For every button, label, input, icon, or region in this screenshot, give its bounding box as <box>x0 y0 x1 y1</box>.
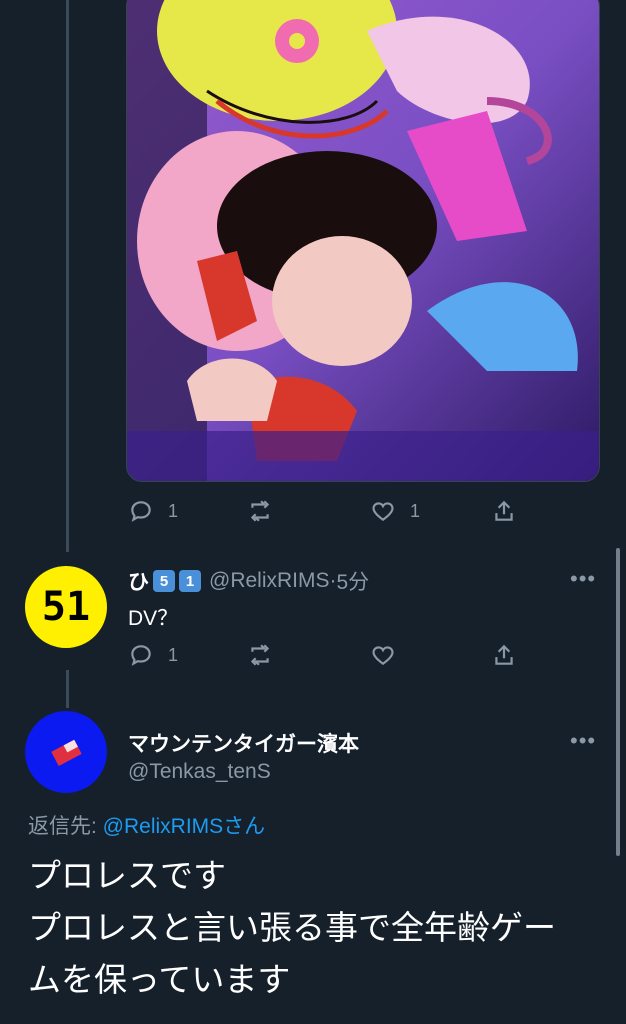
thread-line <box>66 670 69 708</box>
reply-icon <box>131 501 151 522</box>
more-options-icon[interactable]: ••• <box>570 566 596 592</box>
share-button[interactable] <box>491 642 517 668</box>
avatar-text: 51 <box>41 584 91 630</box>
reply-count: 1 <box>168 644 179 665</box>
tweet-text-line: プロレスです <box>28 857 226 894</box>
thread-line <box>66 0 69 552</box>
like-button[interactable] <box>370 642 396 668</box>
display-name[interactable]: ひ <box>128 566 149 596</box>
heart-icon <box>372 646 394 665</box>
scrollbar[interactable] <box>616 548 620 856</box>
more-options-icon[interactable]: ••• <box>570 728 596 754</box>
tweet-header: ひ 5 1 @RelixRIMS · 5分 <box>128 566 369 596</box>
reply-button[interactable]: 1 <box>128 498 178 524</box>
reply-to-handle[interactable]: @RelixRIMS <box>103 815 224 838</box>
display-name[interactable]: マウンテンタイガー濱本 <box>128 728 359 758</box>
like-button[interactable]: 1 <box>370 498 420 524</box>
avatar[interactable]: 51 <box>25 566 107 648</box>
tweet-handle-row: @Tenkas_tenS <box>128 760 271 784</box>
tweet-text: プロレスです プロレスと言い張る事で全年齢ゲー ムを保っています <box>28 850 608 1006</box>
timestamp[interactable]: 5分 <box>337 566 370 596</box>
tweet-header: マウンテンタイガー濱本 <box>128 728 359 758</box>
reply-to-prefix: 返信先: <box>28 815 103 838</box>
handle[interactable]: @Tenkas_tenS <box>128 760 271 784</box>
emoji-badge: 1 <box>179 570 201 592</box>
reply-icon <box>131 645 151 666</box>
tweet-text: DV？ <box>128 607 179 630</box>
retweet-button[interactable] <box>247 642 273 668</box>
retweet-icon <box>250 644 270 666</box>
reply-to-line: 返信先: @RelixRIMSさん <box>28 810 265 840</box>
heart-icon <box>372 502 394 521</box>
separator: · <box>329 569 337 592</box>
handle[interactable]: @RelixRIMS <box>209 569 330 593</box>
reply-count: 1 <box>168 500 179 521</box>
retweet-button[interactable] <box>247 498 273 524</box>
avatar-image <box>51 739 82 767</box>
tweet-text-line: ムを保っています <box>28 961 291 998</box>
tweet-text-line: プロレスと言い張る事で全年齢ゲー <box>28 909 556 946</box>
reply-to-suffix: さん <box>223 815 266 838</box>
tweet-media-image[interactable] <box>126 0 600 482</box>
retweet-icon <box>250 500 270 522</box>
share-icon <box>495 500 513 521</box>
like-count: 1 <box>410 500 421 521</box>
avatar[interactable] <box>25 711 107 793</box>
share-button[interactable] <box>491 498 517 524</box>
emoji-badge: 5 <box>153 570 175 592</box>
share-icon <box>495 644 513 665</box>
reply-button[interactable]: 1 <box>128 642 178 668</box>
media-illustration <box>127 0 599 481</box>
